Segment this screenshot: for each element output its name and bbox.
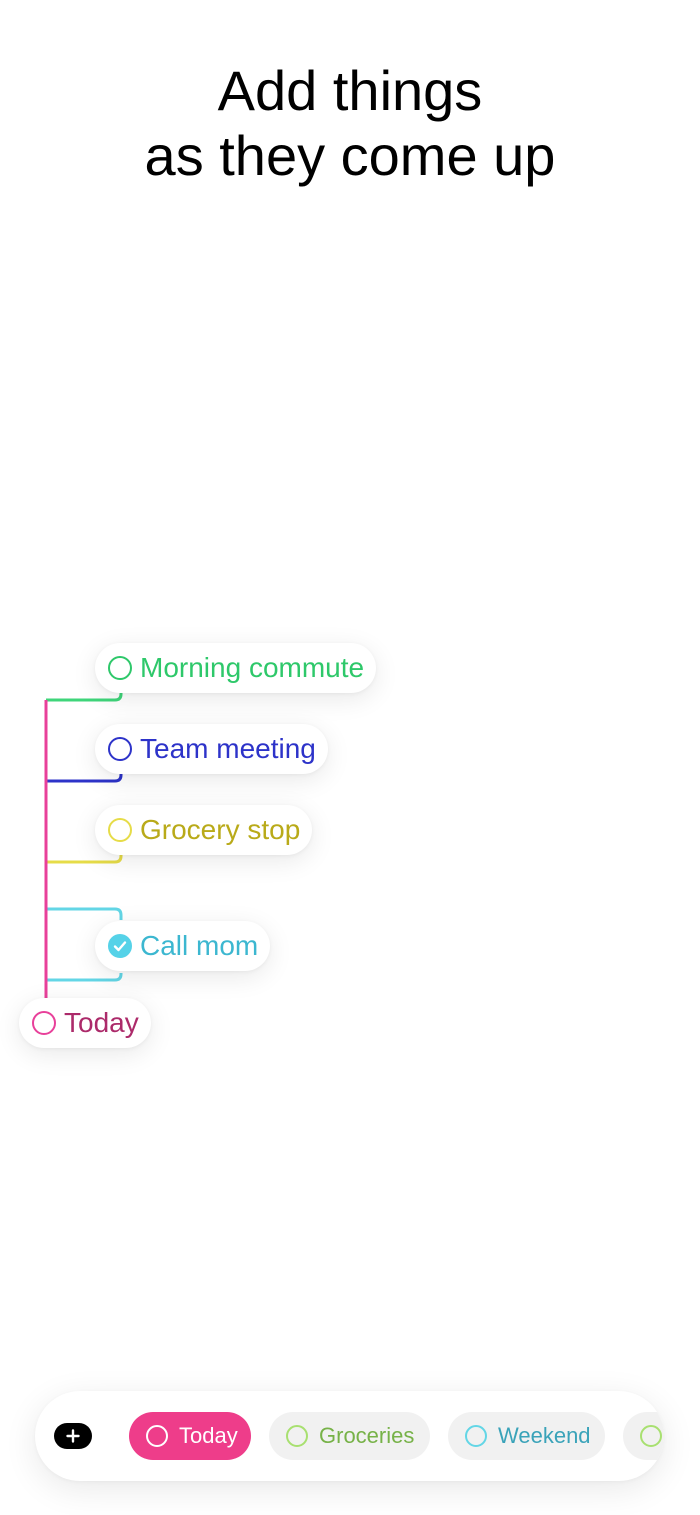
checked-checkbox-icon[interactable]: [108, 934, 132, 958]
task-label: Call mom: [140, 930, 259, 961]
checkmark-icon: [113, 941, 127, 952]
task-team-meeting[interactable]: Team meeting: [95, 724, 328, 774]
circle-icon: [640, 1425, 662, 1447]
task-call-mom[interactable]: Call mom: [95, 921, 271, 971]
plus-icon: [66, 1429, 80, 1443]
task-label: Team meeting: [140, 733, 316, 764]
chip-label: Today: [179, 1423, 238, 1448]
task-checkbox-icon[interactable]: [108, 818, 132, 842]
task-label: Grocery stop: [140, 814, 301, 845]
chip-label: Weekend: [498, 1423, 591, 1448]
headline-line-1: Add things: [217, 59, 483, 122]
add-button[interactable]: [54, 1423, 92, 1449]
task-tree: Morning commute Team meeting Grocery sto…: [0, 0, 700, 1515]
task-checkbox-icon[interactable]: [108, 656, 132, 680]
circle-icon: [465, 1425, 487, 1447]
task-today[interactable]: Today: [19, 998, 151, 1048]
list-selector-bar: Today Groceries Weekend: [35, 1391, 664, 1481]
task-label: Morning commute: [140, 652, 365, 683]
headline: Add things as they come up: [0, 58, 700, 188]
list-chip-partial[interactable]: [623, 1412, 664, 1460]
list-chip-today[interactable]: Today: [129, 1412, 251, 1460]
list-chip-weekend[interactable]: Weekend: [448, 1412, 605, 1460]
task-morning-commute[interactable]: Morning commute: [95, 643, 377, 693]
circle-icon: [286, 1425, 308, 1447]
task-label: Today: [64, 1007, 139, 1038]
headline-line-2: as they come up: [144, 124, 556, 187]
task-checkbox-icon[interactable]: [32, 1011, 56, 1035]
task-grocery-stop[interactable]: Grocery stop: [95, 805, 313, 855]
circle-icon: [146, 1425, 168, 1447]
chip-label: Groceries: [319, 1423, 415, 1448]
list-chip-groceries[interactable]: Groceries: [269, 1412, 430, 1460]
task-checkbox-icon[interactable]: [108, 737, 132, 761]
